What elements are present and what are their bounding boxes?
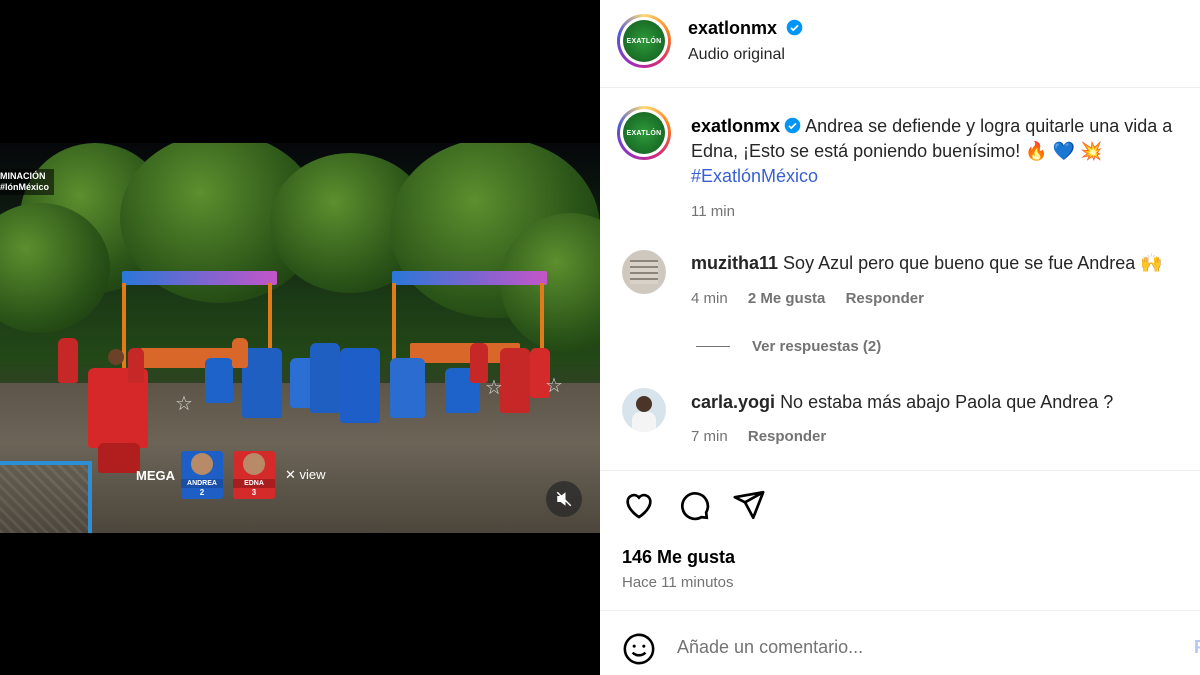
comment-time: 4 min [691,290,728,307]
author-avatar[interactable]: EXATLÓN [617,14,671,68]
comment: muzitha11 Soy Azul pero que bueno que se… [691,253,1163,274]
video-player[interactable]: ☆ ☆ ☆ MINACIÓN #lónMéxico MEGA ANDREA 2 … [0,0,600,675]
caption-hashtag[interactable]: #ExatlónMéxico [691,166,818,186]
post-comment-button[interactable]: P [1194,637,1200,658]
comment-body: No estaba más abajo Paola que Andrea ? [780,392,1114,412]
exatlon-logo: EXATLÓN [623,112,665,154]
view-logo: ✕ view [285,467,326,482]
commenter-avatar[interactable] [622,250,666,294]
post-header: EXATLÓN exatlonmx Audio original [600,0,1200,88]
scorebug: MEGA ANDREA 2 EDNA 3 ✕ view [136,451,332,499]
comment-username[interactable]: muzitha11 [691,253,778,273]
commenter-avatar[interactable] [622,388,666,432]
post-panel: EXATLÓN exatlonmx Audio original EXATLÓN… [600,0,1200,675]
comment-meta: 7 min Responder [691,428,826,445]
contestant-card-edna: EDNA 3 [233,451,275,499]
heart-icon[interactable] [622,488,656,522]
comment-body: Soy Azul pero que bueno que se fue Andre… [783,253,1163,273]
contestant-card-andrea: ANDREA 2 [181,451,223,499]
reply-button[interactable]: Responder [846,290,924,307]
video-frame: ☆ ☆ ☆ MINACIÓN #lónMéxico MEGA ANDREA 2 … [0,143,600,533]
comment-input[interactable]: Añade un comentario... [677,637,863,658]
caption-time: 11 min [691,203,735,220]
verified-badge-icon [786,19,802,36]
author-username[interactable]: exatlonmx [688,18,777,38]
comment: carla.yogi No estaba más abajo Paola que… [691,392,1113,413]
mute-button[interactable] [546,481,582,517]
comment-time: 7 min [691,428,728,445]
mega-logo: MEGA [136,467,175,483]
likes-count[interactable]: 146 Me gusta [622,547,735,568]
verified-badge-icon [784,117,801,134]
view-replies-button[interactable]: Ver respuestas (2) [696,338,881,355]
emoji-icon[interactable] [622,632,656,666]
goal-net [0,461,92,533]
caption-username[interactable]: exatlonmx [691,116,780,136]
caption-emojis: 🔥 💙 💥 [1025,141,1103,161]
broadcast-hashtag-label: MINACIÓN #lónMéxico [0,169,55,195]
comment-likes[interactable]: 2 Me gusta [748,290,826,307]
exatlon-logo: EXATLÓN [623,20,665,62]
speaker-muted-icon [556,491,572,507]
caption-avatar[interactable]: EXATLÓN [617,106,671,160]
comment-username[interactable]: carla.yogi [691,392,775,412]
add-comment-bar: Añade un comentario... P [600,610,1200,675]
share-icon[interactable] [732,488,766,522]
post-time: Hace 11 minutos [622,574,734,591]
audio-label[interactable]: Audio original [688,46,785,64]
post-caption: exatlonmx Andrea se defiende y logra qui… [691,114,1200,224]
reply-button[interactable]: Responder [748,428,826,445]
comment-meta: 4 min 2 Me gusta Responder [691,290,924,307]
comment-icon[interactable] [677,488,711,522]
